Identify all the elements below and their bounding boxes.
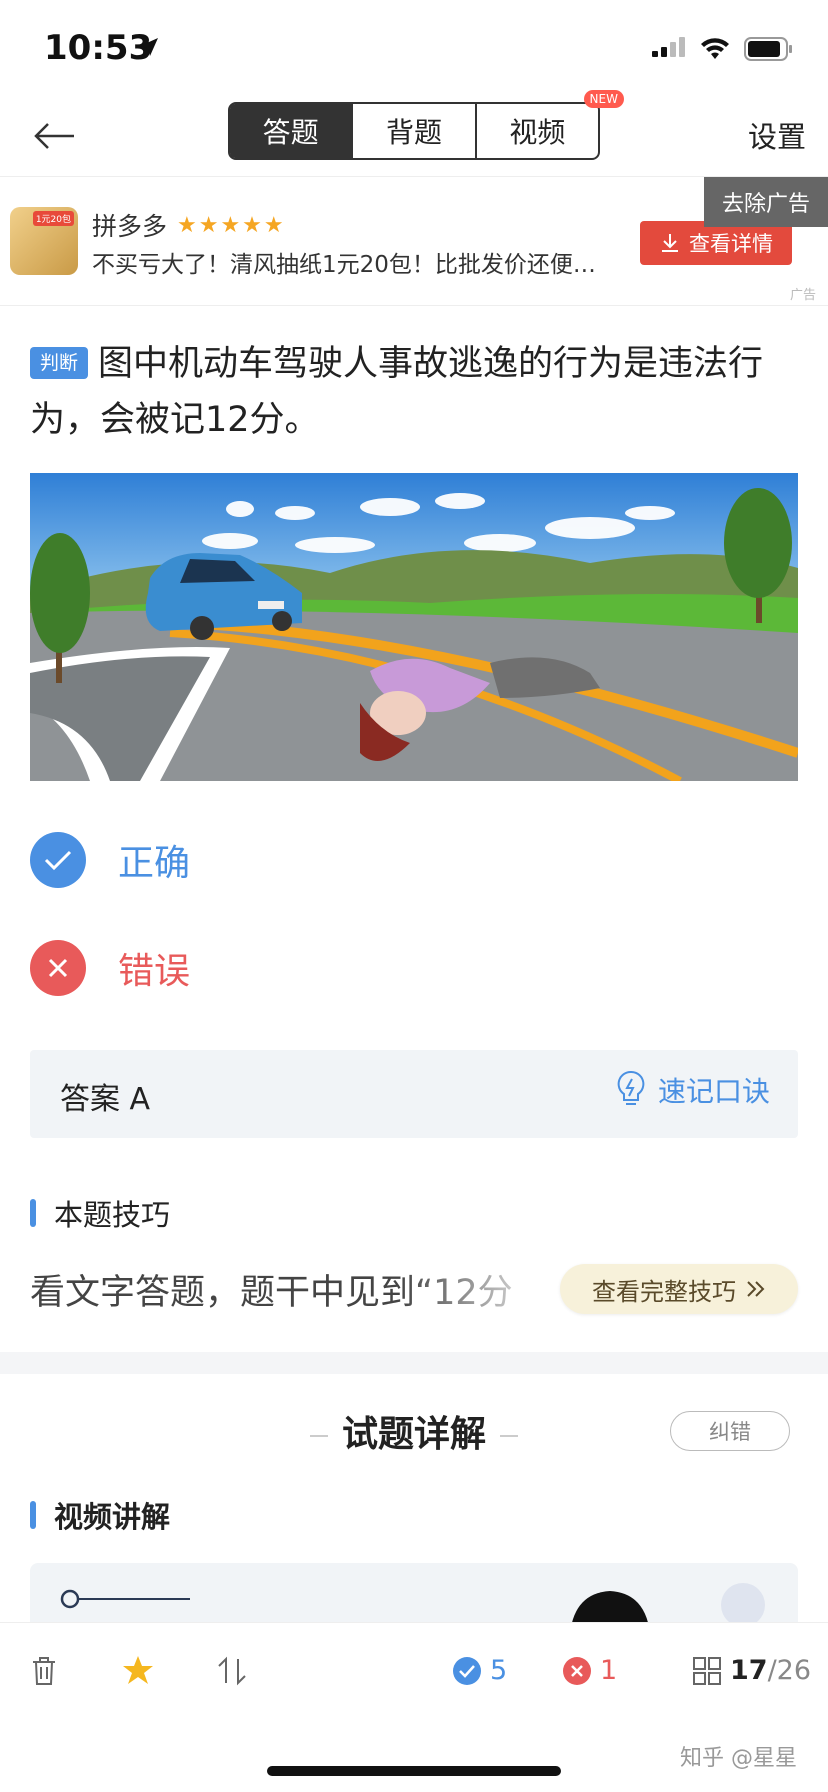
- ad-title: 拼多多 ★★★★★: [92, 207, 286, 243]
- section-bar: [30, 1501, 36, 1529]
- tab-answer-label: 答题: [262, 116, 319, 149]
- cross-circle-small-icon: [563, 1656, 591, 1685]
- sort-arrows-icon: [218, 1656, 246, 1686]
- video-section-title: 视频讲解: [30, 1494, 170, 1536]
- grid-icon: [693, 1656, 721, 1685]
- tab-memorize[interactable]: 背题: [353, 104, 477, 158]
- location-arrow-icon: [140, 38, 158, 56]
- answer-text: 答案 A: [60, 1082, 151, 1117]
- ad-thumbnail: 1元20包: [10, 207, 78, 275]
- answer-box: 答案 A 速记口诀: [30, 1050, 798, 1138]
- ad-name: 拼多多: [92, 212, 168, 241]
- mnemonic-button[interactable]: 速记口诀: [616, 1070, 770, 1110]
- battery-icon: [744, 37, 792, 61]
- status-icons: [652, 36, 794, 62]
- ad-thumb-tag: 1元20包: [32, 211, 74, 226]
- title-dash-right: [500, 1435, 518, 1437]
- check-icon: [44, 850, 72, 871]
- ad-banner[interactable]: 1元20包 拼多多 ★★★★★ 不买亏大了！清风抽纸1元20包！比批发价还便… …: [0, 176, 828, 306]
- option-wrong[interactable]: 错误: [30, 938, 430, 998]
- ad-details-label: 查看详情: [689, 232, 773, 256]
- ad-details-button[interactable]: 查看详情: [640, 221, 792, 265]
- correct-count[interactable]: 5: [452, 1655, 507, 1686]
- question-body: 图中机动车驾驶人事故逃逸的行为是违法行为，会被记12分。: [30, 344, 764, 440]
- watermark: 知乎 @星星: [680, 1746, 797, 1771]
- tab-video-label: 视频: [509, 116, 566, 149]
- report-error-button[interactable]: 纠错: [670, 1411, 790, 1451]
- check-circle-small-icon: [453, 1656, 481, 1685]
- title-dash-left: [309, 1435, 328, 1437]
- question-illustration[interactable]: [30, 473, 798, 781]
- mode-tabs: 答题 背题 视频 NEW: [228, 90, 624, 160]
- mnemonic-label: 速记口诀: [657, 1075, 770, 1108]
- wrong-count[interactable]: 1: [562, 1655, 617, 1686]
- view-full-tip-label: 查看完整技巧: [592, 1277, 736, 1306]
- ad-label: 广告: [789, 288, 816, 303]
- current-question: 17: [730, 1655, 768, 1686]
- progress-grid-button[interactable]: 17/26: [692, 1655, 811, 1686]
- check-circle-icon: [30, 832, 86, 888]
- accident-scene-image: [30, 473, 798, 781]
- delete-button[interactable]: [30, 1655, 58, 1687]
- correct-count-value: 5: [490, 1655, 508, 1686]
- new-badge: NEW: [583, 90, 624, 108]
- lightbulb-icon: [617, 1070, 645, 1105]
- view-full-tip-button[interactable]: 查看完整技巧: [560, 1264, 798, 1314]
- remove-ad-button[interactable]: 去除广告: [704, 177, 828, 227]
- favorite-button[interactable]: [122, 1655, 154, 1685]
- tab-answer[interactable]: 答题: [230, 104, 354, 158]
- status-bar: 10:53: [0, 0, 828, 96]
- sort-button[interactable]: [216, 1655, 248, 1687]
- wrong-count-value: 1: [600, 1655, 618, 1686]
- question-text: 判断 图中机动车驾驶人事故逃逸的行为是违法行为，会被记12分。: [30, 336, 800, 448]
- trash-icon: [33, 1657, 55, 1685]
- tip-section-title: 本题技巧: [30, 1192, 170, 1234]
- home-indicator[interactable]: [267, 1766, 561, 1776]
- rating-stars: ★★★★★: [177, 212, 286, 238]
- section-bar: [30, 1199, 36, 1227]
- tab-video[interactable]: 视频 NEW: [477, 90, 624, 158]
- signal-icon: [652, 37, 685, 57]
- detail-title-text: 试题详解: [341, 1414, 486, 1455]
- cross-circle-icon: [30, 940, 86, 996]
- back-button[interactable]: [28, 110, 80, 162]
- option-wrong-label: 错误: [118, 951, 191, 992]
- status-time: 10:53: [44, 28, 153, 68]
- tip-title: 本题技巧: [54, 1198, 171, 1232]
- option-correct[interactable]: 正确: [30, 830, 430, 890]
- wifi-icon: [701, 38, 729, 59]
- close-icon: [48, 958, 68, 978]
- star-icon: [123, 1656, 153, 1684]
- total-questions: /26: [767, 1655, 812, 1686]
- nav-bar: 答题 背题 视频 NEW 设置: [0, 90, 828, 176]
- settings-button[interactable]: 设置: [748, 114, 806, 156]
- ad-description: 不买亏大了！清风抽纸1元20包！比批发价还便…: [92, 252, 596, 278]
- section-divider: [0, 1352, 828, 1374]
- question-type-tag: 判断: [30, 347, 89, 379]
- back-arrow-icon: [34, 123, 74, 149]
- double-chevron-right-icon: [747, 1281, 765, 1297]
- video-title: 视频讲解: [54, 1500, 171, 1534]
- download-icon: [662, 234, 678, 252]
- tip-fade-overlay: [400, 1256, 560, 1312]
- option-correct-label: 正确: [118, 843, 191, 884]
- tab-memorize-label: 背题: [385, 116, 442, 149]
